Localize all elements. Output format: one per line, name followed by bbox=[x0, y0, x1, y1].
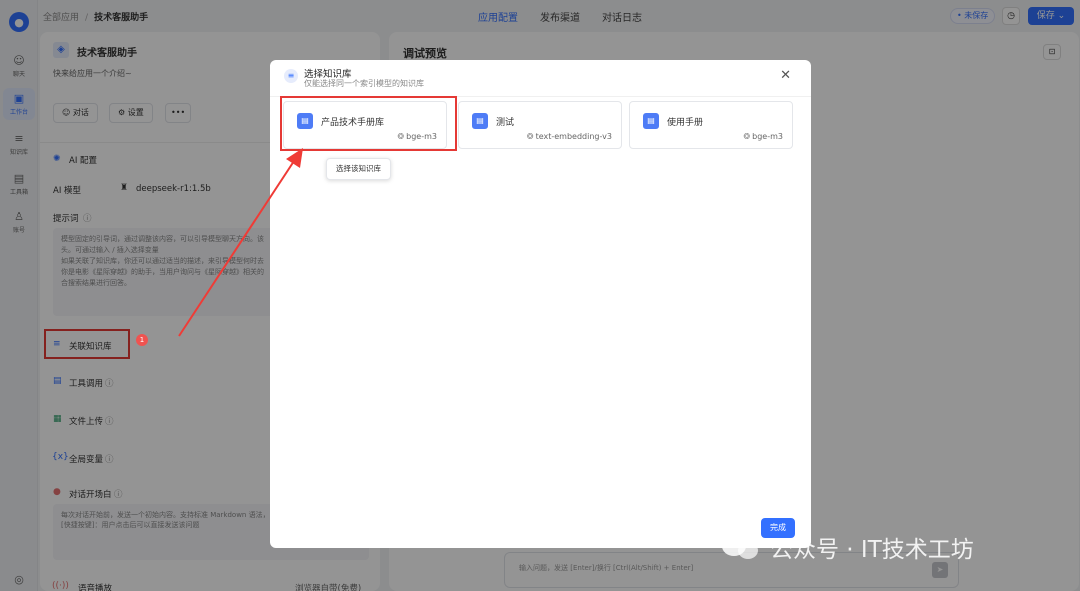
kb-folder-icon: ▤ bbox=[472, 113, 488, 129]
kb-name: 测试 bbox=[496, 118, 515, 128]
watermark-text: 公众号 · IT技术工坊 bbox=[770, 537, 974, 563]
kb-folder-icon: ▤ bbox=[643, 113, 659, 129]
kb-model-name: bge-m3 bbox=[752, 132, 783, 141]
kb-model: ❂ text-embedding-v3 bbox=[527, 132, 612, 141]
select-kb-tooltip: 选择该知识库 bbox=[326, 158, 391, 180]
step-badge: 1 bbox=[136, 334, 148, 346]
kb-card[interactable]: ▤ 使用手册 ❂ bge-m3 bbox=[629, 101, 793, 149]
kb-model-name: text-embedding-v3 bbox=[535, 132, 612, 141]
model-icon: ❂ bbox=[526, 132, 534, 141]
kb-model: ❂ bge-m3 bbox=[743, 132, 783, 141]
close-icon[interactable]: ✕ bbox=[780, 68, 791, 83]
wechat-logo-icon bbox=[722, 534, 762, 560]
modal-subtitle: 仅能选择同一个索引模型的知识库 bbox=[304, 79, 424, 88]
kb-name: 使用手册 bbox=[667, 118, 704, 128]
select-kb-modal: ≡ 选择知识库 仅能选择同一个索引模型的知识库 ✕ ▤ 产品技术手册库 ❂ bge… bbox=[270, 60, 811, 548]
kb-card[interactable]: ▤ 测试 ❂ text-embedding-v3 bbox=[458, 101, 622, 149]
model-icon: ❂ bbox=[743, 132, 751, 141]
watermark: 公众号 · IT技术工坊 bbox=[722, 530, 974, 564]
kb-card-highlight-box bbox=[280, 96, 457, 151]
database-icon: ≡ bbox=[284, 69, 298, 83]
